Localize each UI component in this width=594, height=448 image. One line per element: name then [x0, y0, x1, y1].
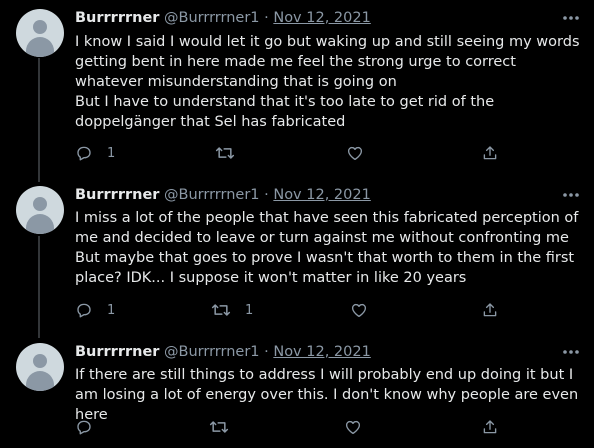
more-horizontal-icon: [563, 16, 579, 20]
heart-icon: [347, 146, 363, 161]
share-icon: [483, 420, 497, 434]
more-horizontal-icon: [563, 350, 579, 354]
like-button[interactable]: [344, 417, 376, 437]
like-button[interactable]: [350, 300, 382, 320]
reply-button[interactable]: [75, 417, 107, 437]
header-separator: ·: [264, 187, 269, 203]
retweet-icon: [215, 147, 235, 159]
avatar-head-shape: [33, 20, 47, 34]
reply-icon: [77, 146, 91, 161]
tweet-thread: Burrrrrner @Burrrrrner1 · Nov 12, 2021 I…: [0, 0, 594, 448]
tweet-text: If there are still things to address I w…: [75, 365, 585, 425]
tweet-text: I know I said I would let it go but waki…: [75, 32, 585, 132]
tweet-text-line: But maybe that goes to prove I wasn't th…: [75, 250, 575, 286]
avatar[interactable]: [16, 186, 64, 234]
share-button[interactable]: [481, 417, 499, 437]
reply-icon: [77, 303, 91, 318]
tweet-text-line: If there are still things to address I w…: [75, 367, 579, 423]
share-button[interactable]: [481, 143, 499, 163]
display-name[interactable]: Burrrrrner: [75, 10, 159, 26]
avatar-head-shape: [33, 197, 47, 211]
more-options-button[interactable]: [560, 9, 582, 27]
tweet-date-link[interactable]: Nov 12, 2021: [273, 187, 370, 203]
avatar-body-shape: [26, 371, 54, 391]
tweet-text: I miss a lot of the people that have see…: [75, 208, 585, 288]
header-separator: ·: [264, 344, 269, 360]
retweet-count: 1: [245, 302, 254, 318]
retweet-button[interactable]: 1: [211, 300, 253, 320]
more-horizontal-icon: [563, 193, 579, 197]
tweet[interactable]: Burrrrrner @Burrrrrner1 · Nov 12, 2021 I…: [0, 335, 594, 448]
tweet[interactable]: Burrrrrner @Burrrrrner1 · Nov 12, 2021 I…: [0, 178, 594, 334]
user-handle[interactable]: @Burrrrrner1: [164, 187, 259, 203]
tweet-text-line: But I have to understand that it's too l…: [75, 94, 495, 130]
user-handle[interactable]: @Burrrrrner1: [164, 10, 259, 26]
user-handle[interactable]: @Burrrrrner1: [164, 344, 259, 360]
retweet-icon: [211, 304, 231, 316]
display-name[interactable]: Burrrrrner: [75, 344, 159, 360]
tweet-header: Burrrrrner @Burrrrrner1 · Nov 12, 2021: [75, 343, 371, 361]
reply-icon: [77, 420, 91, 435]
avatar-body-shape: [26, 37, 54, 57]
display-name[interactable]: Burrrrrner: [75, 187, 159, 203]
like-button[interactable]: [346, 143, 378, 163]
reply-button[interactable]: 1: [75, 300, 115, 320]
reply-count: 1: [107, 302, 116, 318]
avatar-body-shape: [26, 214, 54, 234]
share-icon: [483, 303, 497, 317]
tweet-date-link[interactable]: Nov 12, 2021: [273, 344, 370, 360]
reply-button[interactable]: 1: [75, 143, 115, 163]
retweet-button[interactable]: [215, 143, 249, 163]
more-options-button[interactable]: [560, 186, 582, 204]
retweet-icon: [209, 421, 229, 433]
share-button[interactable]: [481, 300, 499, 320]
heart-icon: [345, 420, 361, 435]
reply-count: 1: [107, 145, 116, 161]
tweet-header: Burrrrrner @Burrrrrner1 · Nov 12, 2021: [75, 9, 371, 27]
tweet-text-line: I know I said I would let it go but waki…: [75, 34, 580, 90]
tweet[interactable]: Burrrrrner @Burrrrrner1 · Nov 12, 2021 I…: [0, 0, 594, 176]
header-separator: ·: [264, 10, 269, 26]
avatar-head-shape: [33, 354, 47, 368]
tweet-header: Burrrrrner @Burrrrrner1 · Nov 12, 2021: [75, 186, 371, 204]
tweet-date-link[interactable]: Nov 12, 2021: [273, 10, 370, 26]
tweet-text-line: I miss a lot of the people that have see…: [75, 210, 579, 246]
retweet-button[interactable]: [209, 417, 243, 437]
avatar[interactable]: [16, 9, 64, 57]
more-options-button[interactable]: [560, 343, 582, 361]
avatar[interactable]: [16, 343, 64, 391]
share-icon: [483, 146, 497, 160]
heart-icon: [351, 303, 367, 318]
